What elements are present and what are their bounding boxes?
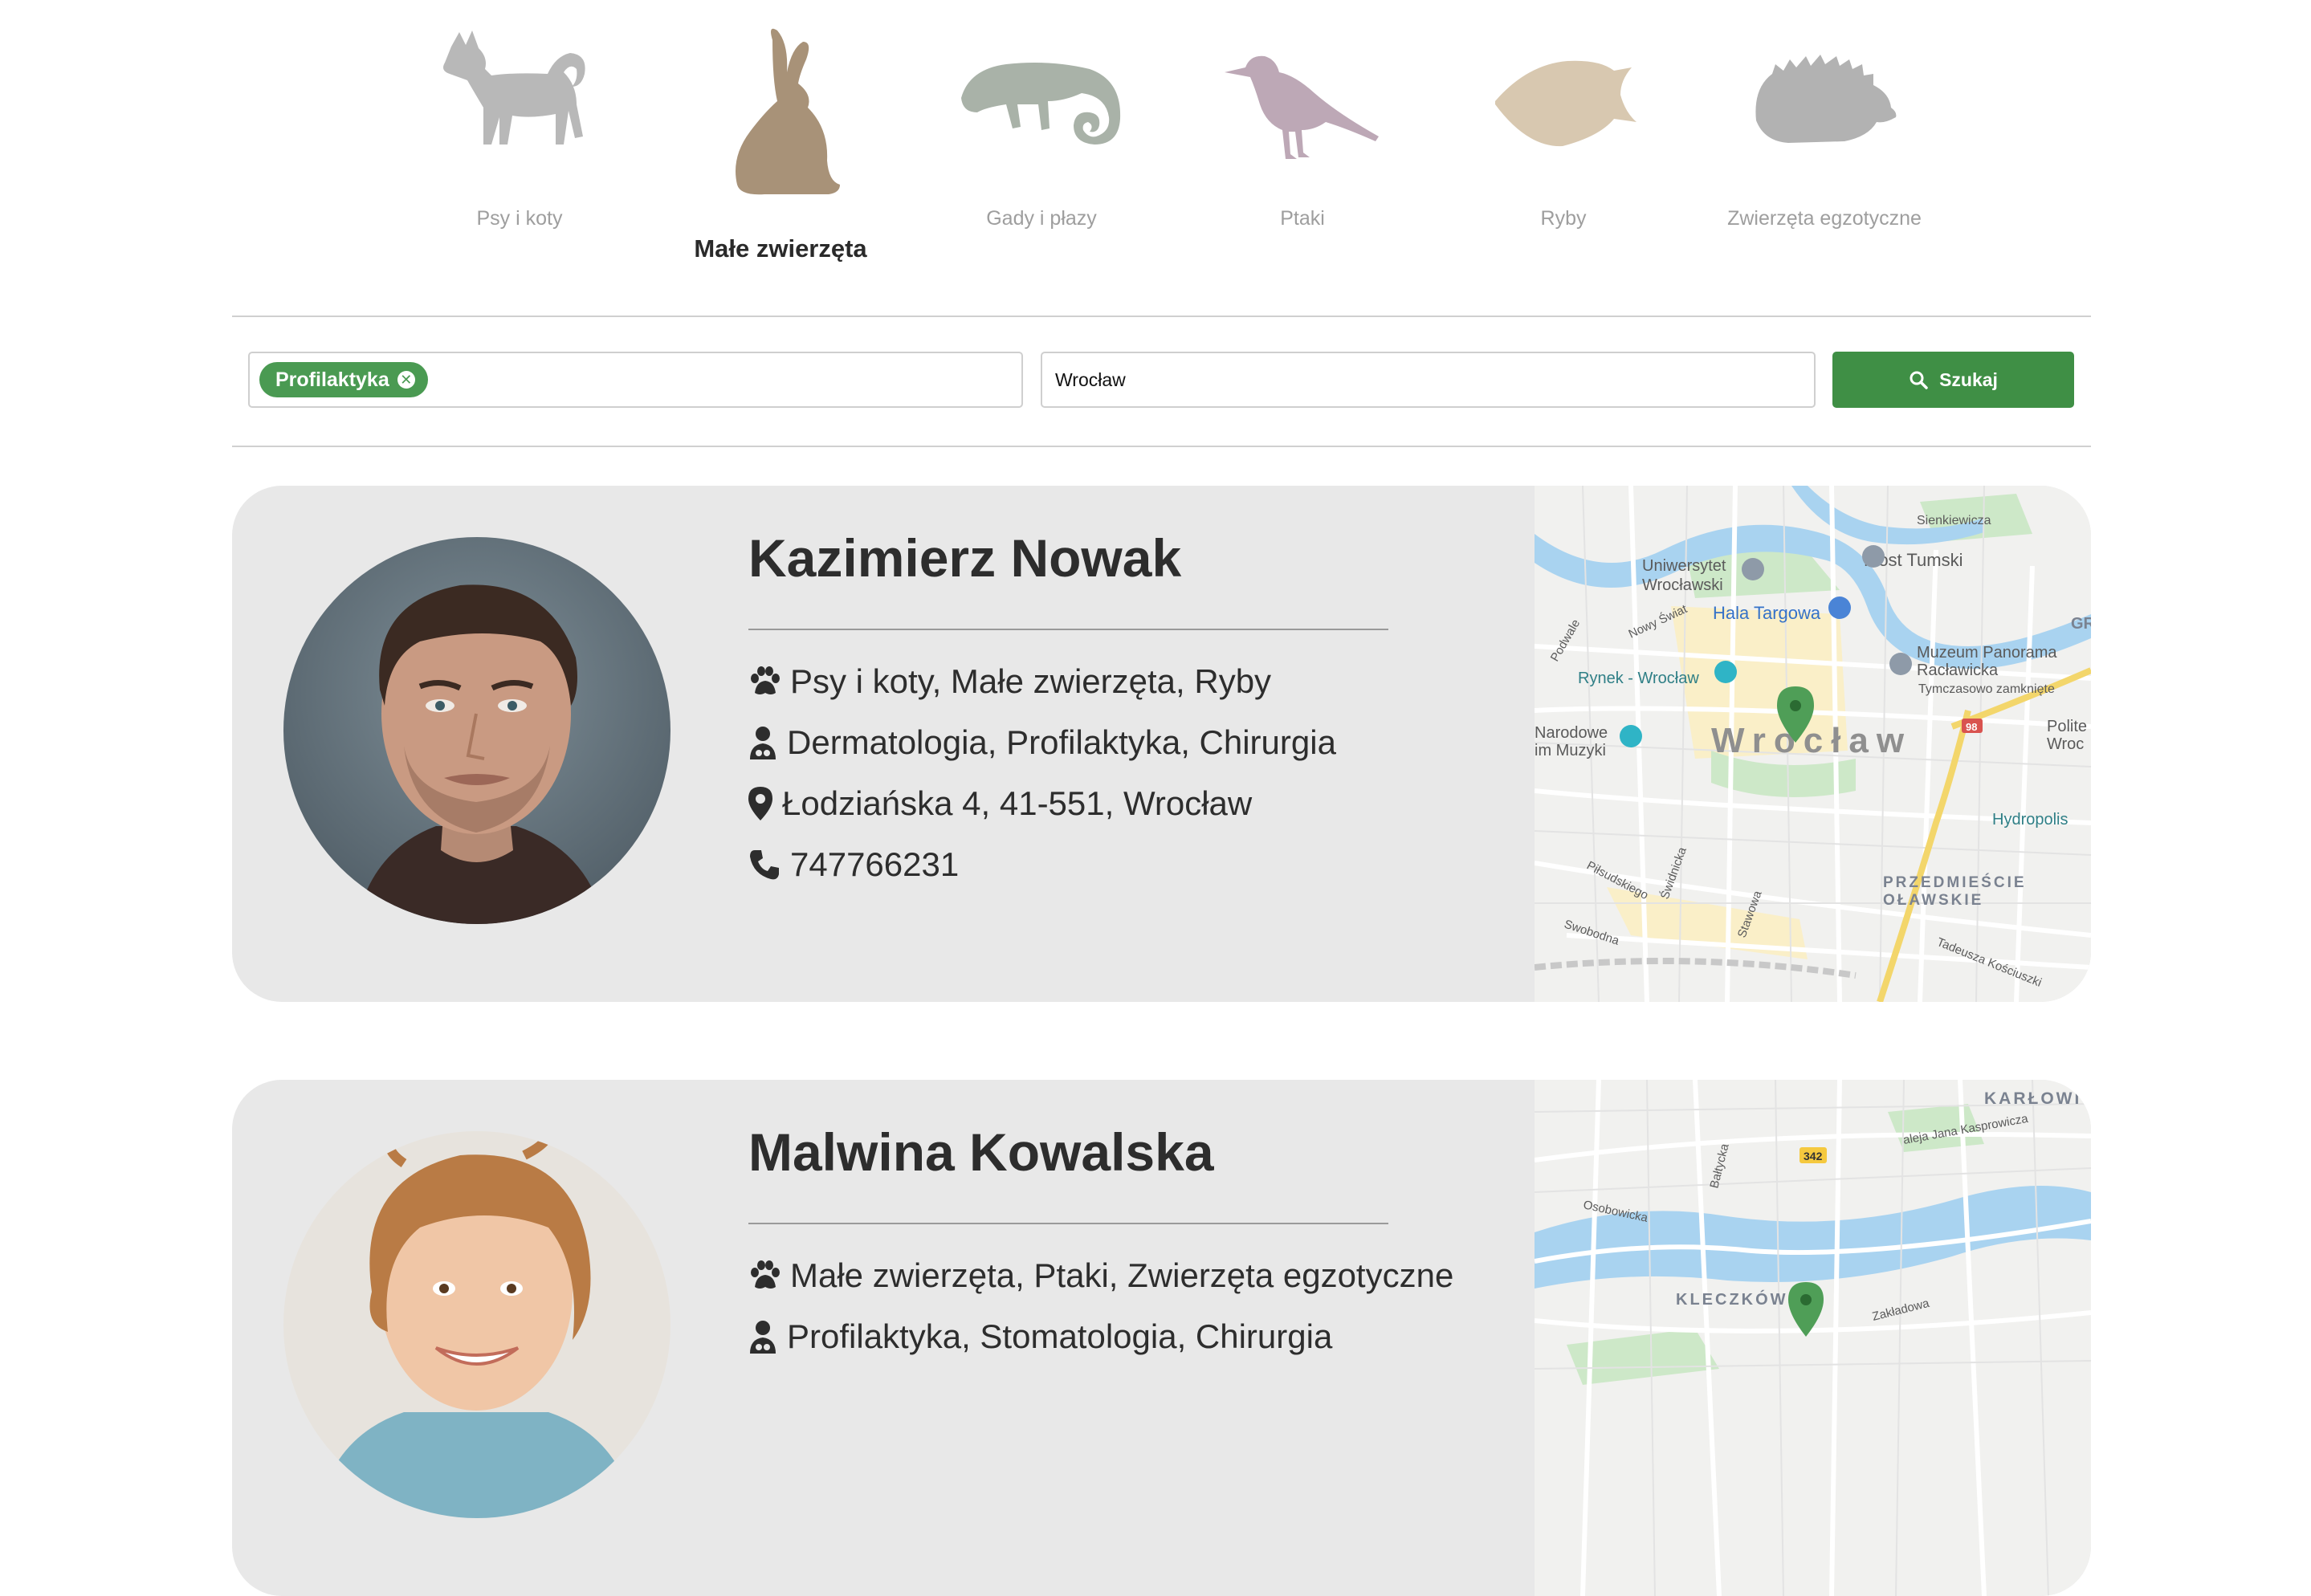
- category-label: Gady i płazy: [986, 207, 1097, 230]
- location-map[interactable]: KARŁOWI aleja Jana Kasprowicza Osobowick…: [1535, 1080, 2091, 1596]
- category-dogs-cats[interactable]: Psy i koty: [391, 24, 648, 230]
- animals-row: Psy i koty, Małe zwierzęta, Ryby: [748, 662, 1271, 701]
- svg-text:Hala Targowa: Hala Targowa: [1713, 603, 1821, 623]
- svg-text:Polite: Polite: [2047, 718, 2087, 735]
- animals-text: Małe zwierzęta, Ptaki, Zwierzęta egzotyc…: [790, 1256, 1454, 1294]
- remove-tag-icon[interactable]: ✕: [397, 371, 415, 389]
- name-divider: [748, 629, 1388, 630]
- location-map[interactable]: Uniwersytet Wrocławski Hala Targowa Most…: [1535, 486, 2091, 1002]
- search-button-label: Szukaj: [1939, 368, 1998, 390]
- specialty-tags-input[interactable]: Profilaktyka ✕: [248, 352, 1023, 408]
- doctor-icon: [750, 727, 776, 759]
- svg-text:Hydropolis: Hydropolis: [1992, 811, 2068, 829]
- avatar: [283, 1131, 670, 1518]
- category-small-animals[interactable]: Małe zwierzęta: [652, 24, 909, 263]
- svg-text:Racławicka: Racławicka: [1917, 662, 1999, 679]
- phone-text: 747766231: [790, 845, 960, 883]
- specialties-row: Dermatologia, Profilaktyka, Chirurgia: [748, 723, 1336, 762]
- svg-text:KARŁOWI: KARŁOWI: [1984, 1089, 2081, 1108]
- hedgehog-silhouette-icon: [1755, 55, 1897, 143]
- avatar: [283, 537, 670, 924]
- svg-text:Muzeum Panorama: Muzeum Panorama: [1917, 644, 2057, 662]
- dog-silhouette-icon: [443, 31, 585, 145]
- svg-text:342: 342: [1804, 1150, 1823, 1162]
- specialties-text: Profilaktyka, Stomatologia, Chirurgia: [787, 1317, 1333, 1355]
- svg-text:Narodowe: Narodowe: [1535, 724, 1608, 742]
- paw-icon: [751, 666, 780, 694]
- doctor-icon: [750, 1321, 776, 1354]
- fish-silhouette-icon: [1495, 60, 1636, 147]
- category-label: Zwierzęta egzotyczne: [1727, 207, 1922, 230]
- svg-text:Wroc: Wroc: [2047, 735, 2084, 753]
- svg-text:Tymczasowo zamknięte: Tymczasowo zamknięte: [1918, 682, 2055, 696]
- category-fish[interactable]: Ryby: [1435, 24, 1692, 230]
- address-text: Łodziańska 4, 41-551, Wrocław: [782, 784, 1253, 822]
- svg-text:Wrocław: Wrocław: [1711, 721, 1912, 760]
- rabbit-silhouette-icon: [736, 28, 840, 195]
- svg-text:Wrocławski: Wrocławski: [1642, 576, 1723, 594]
- chameleon-silhouette-icon: [961, 63, 1121, 145]
- vet-card[interactable]: Malwina Kowalska Małe zwierzęta, Ptaki, …: [232, 1080, 2091, 1596]
- svg-text:Rynek - Wrocław: Rynek - Wrocław: [1578, 670, 1699, 687]
- svg-text:KLECZKÓW: KLECZKÓW: [1676, 1289, 1788, 1309]
- specialties-row: Profilaktyka, Stomatologia, Chirurgia: [748, 1317, 1332, 1356]
- category-label: Małe zwierzęta: [694, 234, 867, 263]
- vet-name: Kazimierz Nowak: [748, 528, 1182, 588]
- category-label: Psy i koty: [476, 207, 563, 230]
- svg-text:Sienkiewicza: Sienkiewicza: [1917, 514, 1991, 527]
- address-row: Łodziańska 4, 41-551, Wrocław: [748, 784, 1252, 823]
- animals-text: Psy i koty, Małe zwierzęta, Ryby: [790, 662, 1272, 700]
- location-pin-icon: [748, 787, 772, 820]
- vet-name: Malwina Kowalska: [748, 1122, 1214, 1182]
- svg-text:im Muzyki: im Muzyki: [1535, 742, 1606, 759]
- tag-chip-label: Profilaktyka: [275, 368, 389, 391]
- name-divider: [748, 1223, 1388, 1224]
- category-birds[interactable]: Ptaki: [1174, 24, 1431, 230]
- search-divider: [232, 446, 2091, 447]
- svg-text:Uniwersytet: Uniwersytet: [1642, 557, 1726, 575]
- category-exotic[interactable]: Zwierzęta egzotyczne: [1696, 24, 1953, 230]
- vet-card[interactable]: Kazimierz Nowak Psy i koty, Małe zwierzę…: [232, 486, 2091, 1002]
- bird-silhouette-icon: [1225, 55, 1379, 160]
- tag-chip: Profilaktyka ✕: [259, 362, 428, 397]
- phone-row: 747766231: [748, 845, 959, 884]
- search-icon: [1910, 371, 1928, 389]
- city-field[interactable]: [1041, 352, 1816, 408]
- svg-text:98: 98: [1966, 721, 1977, 733]
- svg-text:OŁAWSKIE: OŁAWSKIE: [1883, 892, 1983, 909]
- svg-text:GR: GR: [2071, 615, 2091, 633]
- phone-icon: [750, 850, 779, 880]
- svg-text:PRZEDMIEŚCIE: PRZEDMIEŚCIE: [1883, 873, 2027, 891]
- category-label: Ryby: [1540, 207, 1587, 230]
- city-input[interactable]: [1042, 353, 1814, 406]
- paw-icon: [751, 1260, 780, 1289]
- specialties-text: Dermatologia, Profilaktyka, Chirurgia: [787, 723, 1336, 761]
- category-reptiles-amphibians[interactable]: Gady i płazy: [913, 24, 1170, 230]
- category-label: Ptaki: [1280, 207, 1325, 230]
- top-divider: [232, 316, 2091, 317]
- animals-row: Małe zwierzęta, Ptaki, Zwierzęta egzotyc…: [748, 1256, 1453, 1295]
- search-button[interactable]: Szukaj: [1832, 352, 2074, 408]
